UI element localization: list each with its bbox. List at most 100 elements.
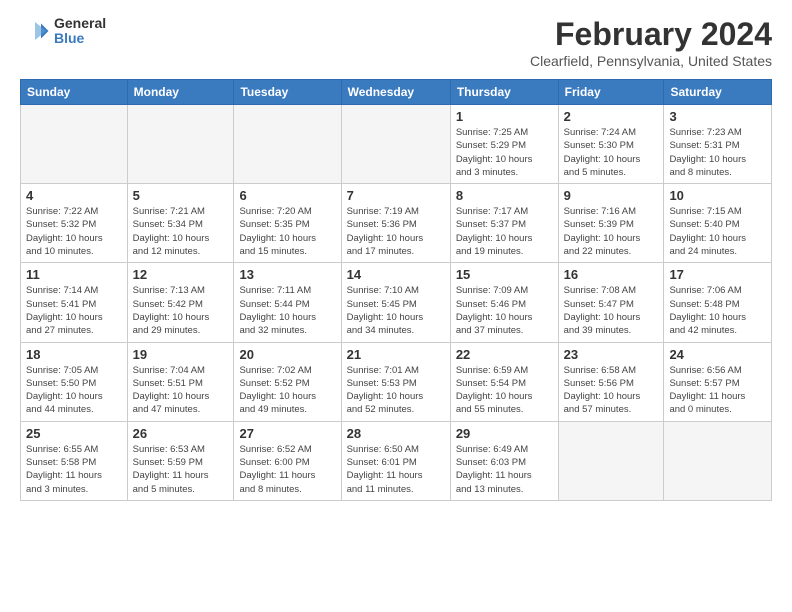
- calendar-day-cell: 5 Sunrise: 7:21 AM Sunset: 5:34 PM Daylig…: [127, 184, 234, 263]
- day-number: 10: [669, 188, 766, 203]
- weekday-header: Monday: [127, 80, 234, 105]
- header: General Blue February 2024 Clearfield, P…: [20, 16, 772, 69]
- day-number: 7: [347, 188, 445, 203]
- day-number: 23: [564, 347, 659, 362]
- day-info: Sunrise: 7:02 AM Sunset: 5:52 PM Dayligh…: [239, 364, 335, 417]
- day-info: Sunrise: 7:14 AM Sunset: 5:41 PM Dayligh…: [26, 284, 122, 337]
- day-info: Sunrise: 6:52 AM Sunset: 6:00 PM Dayligh…: [239, 443, 335, 496]
- calendar-day-cell: 27 Sunrise: 6:52 AM Sunset: 6:00 PM Dayli…: [234, 421, 341, 500]
- title-block: February 2024 Clearfield, Pennsylvania, …: [530, 16, 772, 69]
- logo: General Blue: [20, 16, 106, 47]
- day-info: Sunrise: 7:24 AM Sunset: 5:30 PM Dayligh…: [564, 126, 659, 179]
- day-info: Sunrise: 7:22 AM Sunset: 5:32 PM Dayligh…: [26, 205, 122, 258]
- calendar-day-cell: 17Sunrise: 7:06 AM Sunset: 5:48 PM Dayli…: [664, 263, 772, 342]
- day-number: 5: [133, 188, 229, 203]
- calendar-day-cell: 1 Sunrise: 7:25 AM Sunset: 5:29 PM Daylig…: [450, 105, 558, 184]
- day-info: Sunrise: 7:08 AM Sunset: 5:47 PM Dayligh…: [564, 284, 659, 337]
- day-number: 11: [26, 267, 122, 282]
- day-number: 16: [564, 267, 659, 282]
- calendar-day-cell: 3 Sunrise: 7:23 AM Sunset: 5:31 PM Daylig…: [664, 105, 772, 184]
- calendar-day-cell: 20Sunrise: 7:02 AM Sunset: 5:52 PM Dayli…: [234, 342, 341, 421]
- day-number: 19: [133, 347, 229, 362]
- day-info: Sunrise: 6:58 AM Sunset: 5:56 PM Dayligh…: [564, 364, 659, 417]
- day-number: 1: [456, 109, 553, 124]
- calendar-day-cell: [21, 105, 128, 184]
- day-number: 28: [347, 426, 445, 441]
- day-info: Sunrise: 7:19 AM Sunset: 5:36 PM Dayligh…: [347, 205, 445, 258]
- calendar-day-cell: 19 Sunrise: 7:04 AM Sunset: 5:51 PM Dayli…: [127, 342, 234, 421]
- weekday-header: Friday: [558, 80, 664, 105]
- day-info: Sunrise: 7:25 AM Sunset: 5:29 PM Dayligh…: [456, 126, 553, 179]
- day-number: 8: [456, 188, 553, 203]
- calendar-week-row: 11 Sunrise: 7:14 AM Sunset: 5:41 PM Dayli…: [21, 263, 772, 342]
- calendar-day-cell: 16 Sunrise: 7:08 AM Sunset: 5:47 PM Dayli…: [558, 263, 664, 342]
- calendar-day-cell: [664, 421, 772, 500]
- day-info: Sunrise: 7:15 AM Sunset: 5:40 PM Dayligh…: [669, 205, 766, 258]
- day-number: 13: [239, 267, 335, 282]
- logo-blue-text: Blue: [54, 31, 106, 46]
- calendar-day-cell: 6Sunrise: 7:20 AM Sunset: 5:35 PM Daylig…: [234, 184, 341, 263]
- calendar-day-cell: 22Sunrise: 6:59 AM Sunset: 5:54 PM Dayli…: [450, 342, 558, 421]
- calendar-day-cell: 12Sunrise: 7:13 AM Sunset: 5:42 PM Dayli…: [127, 263, 234, 342]
- calendar-day-cell: [127, 105, 234, 184]
- calendar-week-row: 18 Sunrise: 7:05 AM Sunset: 5:50 PM Dayli…: [21, 342, 772, 421]
- day-info: Sunrise: 7:09 AM Sunset: 5:46 PM Dayligh…: [456, 284, 553, 337]
- logo-text: General Blue: [54, 16, 106, 47]
- day-info: Sunrise: 6:53 AM Sunset: 5:59 PM Dayligh…: [133, 443, 229, 496]
- calendar-day-cell: 9 Sunrise: 7:16 AM Sunset: 5:39 PM Daylig…: [558, 184, 664, 263]
- weekday-header: Thursday: [450, 80, 558, 105]
- weekday-header: Saturday: [664, 80, 772, 105]
- day-number: 18: [26, 347, 122, 362]
- calendar-day-cell: 4Sunrise: 7:22 AM Sunset: 5:32 PM Daylig…: [21, 184, 128, 263]
- day-info: Sunrise: 7:04 AM Sunset: 5:51 PM Dayligh…: [133, 364, 229, 417]
- calendar-week-row: 25Sunrise: 6:55 AM Sunset: 5:58 PM Dayli…: [21, 421, 772, 500]
- day-info: Sunrise: 6:49 AM Sunset: 6:03 PM Dayligh…: [456, 443, 553, 496]
- day-info: Sunrise: 7:10 AM Sunset: 5:45 PM Dayligh…: [347, 284, 445, 337]
- day-number: 27: [239, 426, 335, 441]
- day-number: 6: [239, 188, 335, 203]
- day-info: Sunrise: 7:17 AM Sunset: 5:37 PM Dayligh…: [456, 205, 553, 258]
- day-number: 2: [564, 109, 659, 124]
- day-info: Sunrise: 7:13 AM Sunset: 5:42 PM Dayligh…: [133, 284, 229, 337]
- day-number: 3: [669, 109, 766, 124]
- day-info: Sunrise: 6:55 AM Sunset: 5:58 PM Dayligh…: [26, 443, 122, 496]
- calendar-day-cell: 29 Sunrise: 6:49 AM Sunset: 6:03 PM Dayli…: [450, 421, 558, 500]
- calendar-week-row: 1 Sunrise: 7:25 AM Sunset: 5:29 PM Daylig…: [21, 105, 772, 184]
- calendar-day-cell: 14Sunrise: 7:10 AM Sunset: 5:45 PM Dayli…: [341, 263, 450, 342]
- calendar-day-cell: 21Sunrise: 7:01 AM Sunset: 5:53 PM Dayli…: [341, 342, 450, 421]
- day-info: Sunrise: 7:05 AM Sunset: 5:50 PM Dayligh…: [26, 364, 122, 417]
- day-info: Sunrise: 7:23 AM Sunset: 5:31 PM Dayligh…: [669, 126, 766, 179]
- logo-icon: [20, 16, 50, 46]
- day-info: Sunrise: 6:50 AM Sunset: 6:01 PM Dayligh…: [347, 443, 445, 496]
- day-number: 29: [456, 426, 553, 441]
- day-info: Sunrise: 7:16 AM Sunset: 5:39 PM Dayligh…: [564, 205, 659, 258]
- day-number: 9: [564, 188, 659, 203]
- day-number: 21: [347, 347, 445, 362]
- calendar-day-cell: 25Sunrise: 6:55 AM Sunset: 5:58 PM Dayli…: [21, 421, 128, 500]
- day-info: Sunrise: 7:11 AM Sunset: 5:44 PM Dayligh…: [239, 284, 335, 337]
- day-number: 24: [669, 347, 766, 362]
- calendar-day-cell: 24Sunrise: 6:56 AM Sunset: 5:57 PM Dayli…: [664, 342, 772, 421]
- calendar: SundayMondayTuesdayWednesdayThursdayFrid…: [20, 79, 772, 501]
- calendar-week-row: 4Sunrise: 7:22 AM Sunset: 5:32 PM Daylig…: [21, 184, 772, 263]
- calendar-day-cell: [341, 105, 450, 184]
- calendar-day-cell: 15Sunrise: 7:09 AM Sunset: 5:46 PM Dayli…: [450, 263, 558, 342]
- calendar-day-cell: [558, 421, 664, 500]
- calendar-day-cell: 7 Sunrise: 7:19 AM Sunset: 5:36 PM Daylig…: [341, 184, 450, 263]
- weekday-header: Sunday: [21, 80, 128, 105]
- page: General Blue February 2024 Clearfield, P…: [0, 0, 792, 511]
- calendar-day-cell: 18 Sunrise: 7:05 AM Sunset: 5:50 PM Dayli…: [21, 342, 128, 421]
- month-title: February 2024: [530, 16, 772, 53]
- calendar-day-cell: 10 Sunrise: 7:15 AM Sunset: 5:40 PM Dayli…: [664, 184, 772, 263]
- weekday-header: Wednesday: [341, 80, 450, 105]
- location: Clearfield, Pennsylvania, United States: [530, 53, 772, 69]
- day-number: 26: [133, 426, 229, 441]
- calendar-day-cell: 2 Sunrise: 7:24 AM Sunset: 5:30 PM Daylig…: [558, 105, 664, 184]
- calendar-day-cell: 23 Sunrise: 6:58 AM Sunset: 5:56 PM Dayli…: [558, 342, 664, 421]
- weekday-header: Tuesday: [234, 80, 341, 105]
- calendar-day-cell: 13 Sunrise: 7:11 AM Sunset: 5:44 PM Dayli…: [234, 263, 341, 342]
- calendar-day-cell: 28 Sunrise: 6:50 AM Sunset: 6:01 PM Dayli…: [341, 421, 450, 500]
- day-number: 22: [456, 347, 553, 362]
- day-number: 17: [669, 267, 766, 282]
- day-info: Sunrise: 7:21 AM Sunset: 5:34 PM Dayligh…: [133, 205, 229, 258]
